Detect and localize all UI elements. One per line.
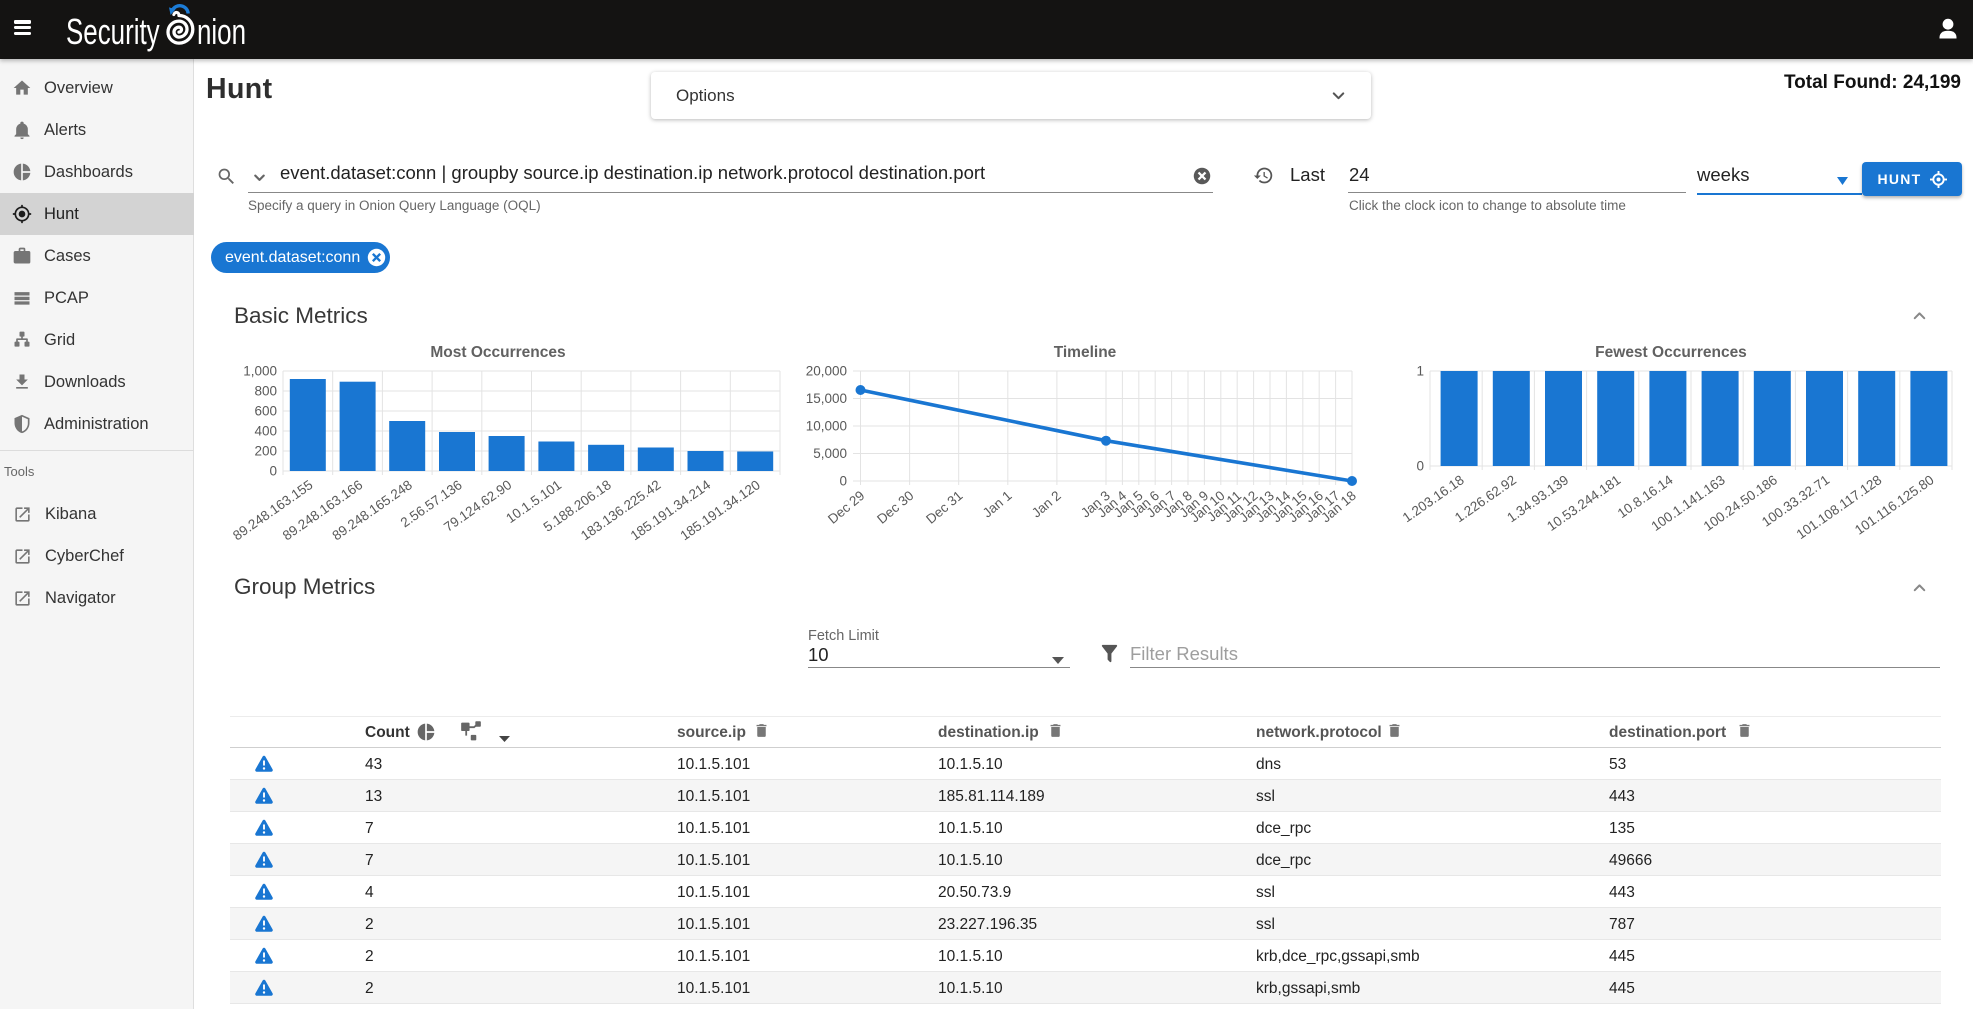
svg-text:Dec 30: Dec 30 — [874, 488, 916, 527]
svg-text:Jan 1: Jan 1 — [980, 488, 1015, 521]
svg-text:Most Occurrences: Most Occurrences — [430, 345, 565, 361]
svg-text:10,000: 10,000 — [806, 419, 847, 434]
svg-text:800: 800 — [254, 384, 277, 399]
svg-text:Fewest Occurrences: Fewest Occurrences — [1595, 345, 1747, 361]
svg-text:15,000: 15,000 — [806, 391, 847, 406]
svg-text:0: 0 — [1416, 459, 1424, 474]
svg-text:400: 400 — [254, 424, 277, 439]
svg-text:Jan 2: Jan 2 — [1029, 488, 1064, 521]
svg-text:20,000: 20,000 — [806, 364, 847, 379]
svg-text:Timeline: Timeline — [1054, 345, 1117, 361]
svg-text:Dec 29: Dec 29 — [825, 488, 867, 527]
svg-text:600: 600 — [254, 404, 277, 419]
svg-text:0: 0 — [839, 474, 847, 489]
svg-text:Dec 31: Dec 31 — [923, 488, 965, 527]
svg-text:5,000: 5,000 — [813, 446, 847, 461]
svg-text:0: 0 — [269, 464, 277, 479]
svg-text:89.248.163.155: 89.248.163.155 — [230, 477, 315, 543]
svg-text:1: 1 — [1416, 364, 1424, 379]
svg-text:1,000: 1,000 — [243, 364, 277, 379]
svg-text:200: 200 — [254, 444, 277, 459]
